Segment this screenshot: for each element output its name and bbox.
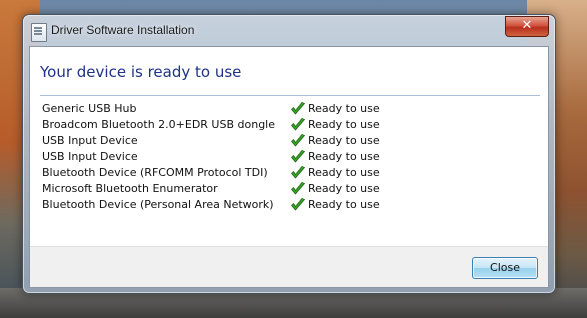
device-name: USB Input Device [42,150,138,163]
device-status: Ready to use [308,102,380,115]
checkmark-icon [290,150,306,163]
title-bar[interactable]: Driver Software Installation ✕ [23,15,555,47]
list-item: USB Input Device Ready to use [42,149,538,165]
button-bar: Close [30,246,548,287]
checkmark-icon [290,198,306,211]
document-icon [31,23,47,42]
checkmark-icon [290,102,306,115]
list-item: Microsoft Bluetooth Enumerator Ready to … [42,181,538,197]
list-item: Bluetooth Device (RFCOMM Protocol TDI) R… [42,165,538,181]
list-item: Broadcom Bluetooth 2.0+EDR USB dongle Re… [42,117,538,133]
device-status: Ready to use [308,182,380,195]
device-name: Bluetooth Device (Personal Area Network) [42,198,274,211]
checkmark-icon [290,118,306,131]
device-name: Bluetooth Device (RFCOMM Protocol TDI) [42,166,268,179]
device-name: USB Input Device [42,134,138,147]
list-item: Generic USB Hub Ready to use [42,101,538,117]
list-item: Bluetooth Device (Personal Area Network)… [42,197,538,213]
checkmark-icon [290,182,306,195]
device-status: Ready to use [308,166,380,179]
list-item: USB Input Device Ready to use [42,133,538,149]
device-name: Generic USB Hub [42,102,137,115]
device-name: Broadcom Bluetooth 2.0+EDR USB dongle [42,118,276,131]
driver-installation-window: Driver Software Installation ✕ Your devi… [22,14,556,294]
device-status: Ready to use [308,134,380,147]
dialog-content: Your device is ready to use Generic USB … [29,46,549,288]
window-title: Driver Software Installation [51,23,195,37]
device-status: Ready to use [308,150,380,163]
device-name: Microsoft Bluetooth Enumerator [42,182,218,195]
close-button[interactable]: Close [472,257,538,279]
divider [40,95,540,96]
checkmark-icon [290,166,306,179]
device-status: Ready to use [308,198,380,211]
window-close-button[interactable]: ✕ [505,16,549,37]
device-status: Ready to use [308,118,380,131]
page-title: Your device is ready to use [40,63,242,81]
checkmark-icon [290,134,306,147]
device-list: Generic USB Hub Ready to use Broadcom Bl… [42,101,538,213]
